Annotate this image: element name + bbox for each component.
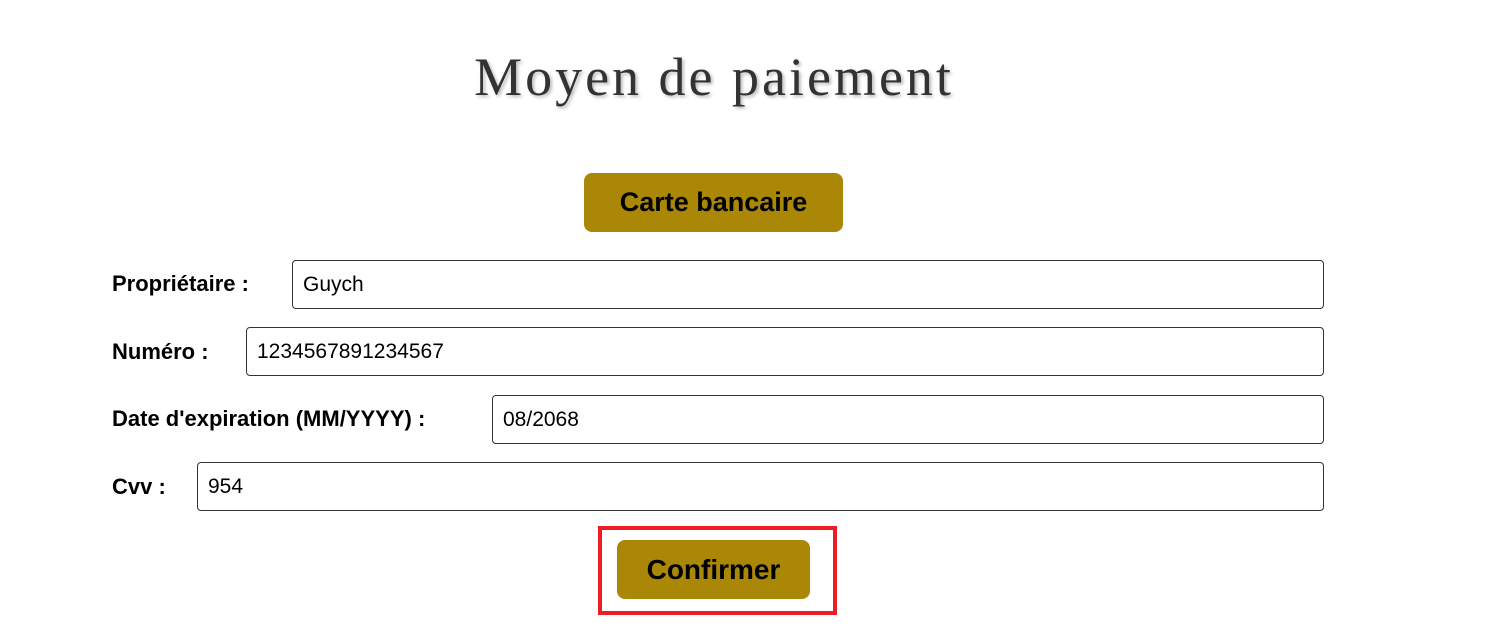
cvv-input[interactable] bbox=[197, 462, 1324, 511]
page-title: Moyen de paiement bbox=[474, 47, 954, 107]
owner-label: Propriétaire : bbox=[112, 271, 249, 296]
expiration-input[interactable] bbox=[492, 395, 1324, 444]
card-number-input[interactable] bbox=[246, 327, 1324, 376]
cvv-label: Cvv : bbox=[112, 474, 166, 499]
card-payment-button[interactable]: Carte bancaire bbox=[584, 173, 843, 232]
expiration-label: Date d'expiration (MM/YYYY) : bbox=[112, 406, 426, 431]
owner-input[interactable] bbox=[292, 260, 1324, 309]
number-label: Numéro : bbox=[112, 339, 209, 364]
confirm-button[interactable]: Confirmer bbox=[617, 540, 810, 599]
